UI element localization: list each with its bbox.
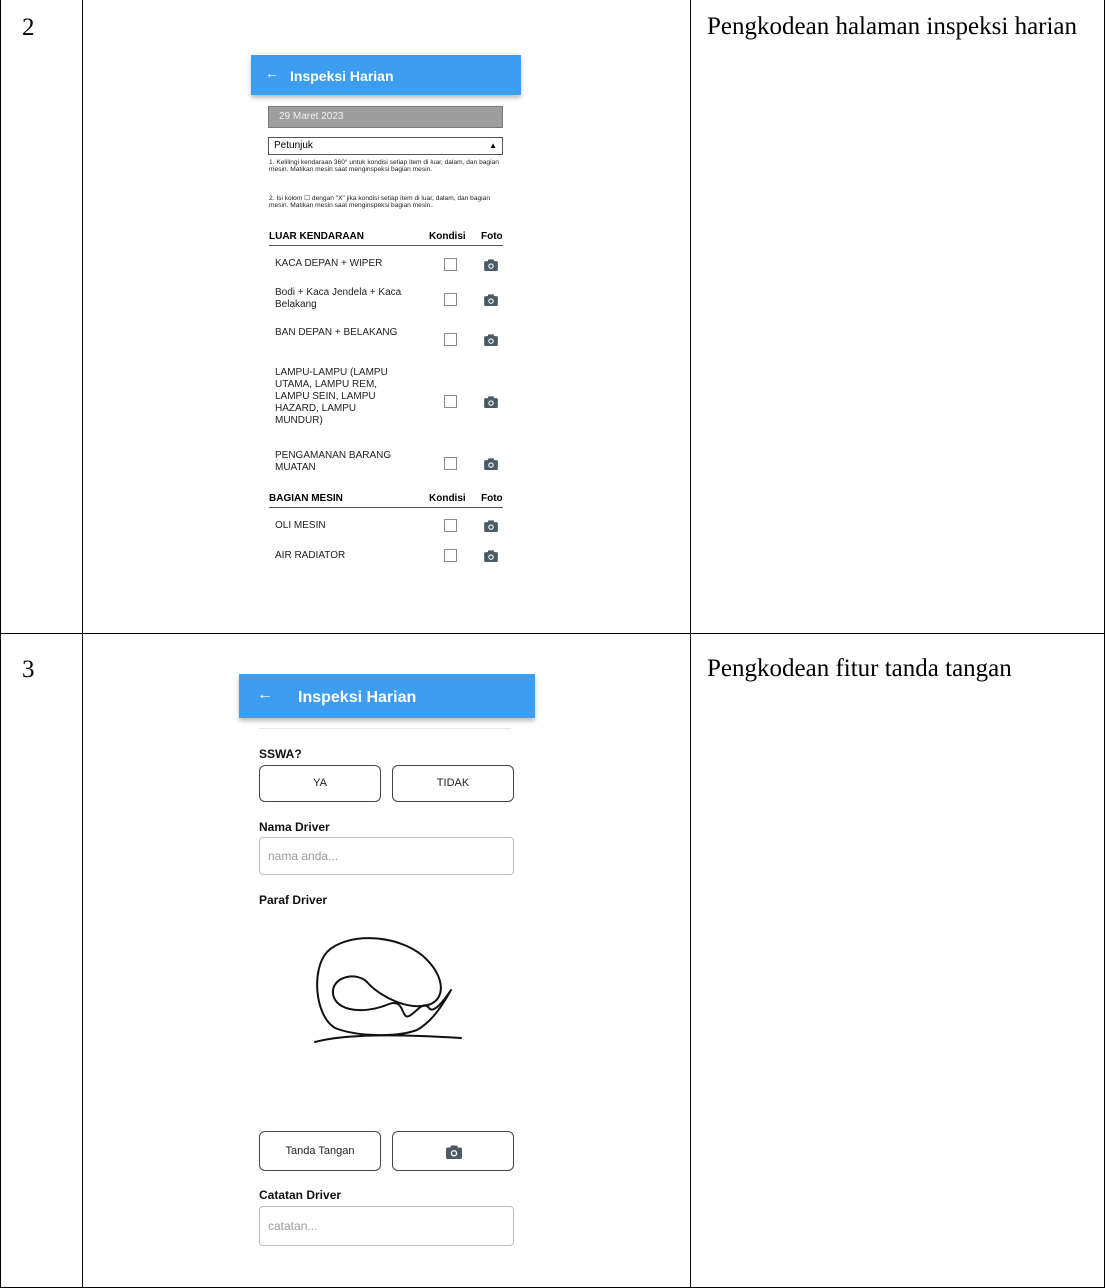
row-description: Pengkodean halaman inspeksi harian bbox=[707, 13, 1078, 40]
app-bar: ← Inspeksi Harian bbox=[239, 674, 535, 718]
item-label: BAN DEPAN + BELAKANG bbox=[275, 327, 398, 338]
signature-label: Paraf Driver bbox=[259, 893, 328, 907]
camera-icon[interactable] bbox=[484, 457, 498, 470]
item-label: KACA DEPAN + WIPER bbox=[275, 258, 383, 269]
camera-icon[interactable] bbox=[484, 395, 498, 408]
camera-icon[interactable] bbox=[484, 333, 498, 346]
divider bbox=[259, 728, 511, 729]
row-description: Pengkodean fitur tanda tangan bbox=[707, 655, 1012, 682]
column-kondisi: Kondisi bbox=[429, 493, 466, 504]
item-label: OLI MESIN bbox=[275, 520, 326, 531]
condition-checkbox[interactable] bbox=[444, 293, 457, 306]
app-bar: ← Inspeksi Harian bbox=[251, 55, 521, 95]
driver-name-label: Nama Driver bbox=[259, 820, 330, 834]
no-button[interactable]: TIDAK bbox=[392, 765, 514, 802]
camera-icon[interactable] bbox=[484, 258, 498, 271]
section-header: BAGIAN MESIN Kondisi Foto bbox=[269, 493, 503, 508]
condition-checkbox[interactable] bbox=[444, 457, 457, 470]
app-bar-title: Inspeksi Harian bbox=[298, 689, 417, 706]
section-title: BAGIAN MESIN bbox=[269, 493, 343, 504]
arrow-left-icon[interactable]: ← bbox=[257, 687, 273, 703]
camera-icon bbox=[446, 1145, 462, 1159]
arrow-left-icon[interactable]: ← bbox=[265, 66, 279, 80]
condition-checkbox[interactable] bbox=[444, 395, 457, 408]
column-foto: Foto bbox=[481, 231, 503, 242]
camera-icon[interactable] bbox=[484, 549, 498, 562]
camera-button[interactable] bbox=[392, 1131, 514, 1171]
instructions-dropdown[interactable]: Petunjuk ▲ bbox=[268, 137, 503, 155]
condition-checkbox[interactable] bbox=[444, 519, 457, 532]
item-label: Bodi + Kaca Jendela + Kaca Belakang bbox=[275, 287, 402, 310]
sign-button[interactable]: Tanda Tangan bbox=[259, 1131, 381, 1171]
item-label: PENGAMANAN BARANG MUATAN bbox=[275, 450, 392, 473]
signature-screen: ← Inspeksi Harian SSWA? YA TIDAK Nama Dr… bbox=[239, 674, 535, 1274]
camera-icon[interactable] bbox=[484, 293, 498, 306]
item-label: LAMPU-LAMPU (LAMPU UTAMA, LAMPU REM, LAM… bbox=[275, 367, 388, 426]
table-row-divider bbox=[0, 633, 1105, 634]
caret-up-icon: ▲ bbox=[489, 141, 497, 150]
row-number: 2 bbox=[22, 14, 35, 41]
yes-button[interactable]: YA bbox=[259, 765, 381, 802]
instruction-text: 2. Isi kolom ☐ dengan "X" jika kondisi s… bbox=[269, 195, 490, 210]
app-bar-title: Inspeksi Harian bbox=[290, 68, 394, 84]
signature-drawing[interactable] bbox=[305, 930, 465, 1060]
instruction-text: 1. Kelilingi kendaraan 360° untuk kondis… bbox=[269, 159, 499, 174]
section-title: LUAR KENDARAAN bbox=[269, 231, 364, 242]
camera-icon[interactable] bbox=[484, 519, 498, 532]
condition-checkbox[interactable] bbox=[444, 549, 457, 562]
inspection-screen: ← Inspeksi Harian 29 Maret 2023 Petunjuk… bbox=[251, 55, 521, 595]
document-table: 2 Pengkodean halaman inspeksi harian 3 P… bbox=[0, 0, 1105, 1288]
column-kondisi: Kondisi bbox=[429, 231, 466, 242]
table-border-left bbox=[0, 0, 1, 1288]
condition-checkbox[interactable] bbox=[444, 333, 457, 346]
condition-checkbox[interactable] bbox=[444, 258, 457, 271]
table-divider-number bbox=[82, 0, 83, 1288]
dropdown-selected: Petunjuk bbox=[274, 140, 313, 151]
driver-notes-label: Catatan Driver bbox=[259, 1188, 342, 1202]
date-field[interactable]: 29 Maret 2023 bbox=[268, 106, 503, 128]
sswa-label: SSWA? bbox=[259, 747, 302, 761]
column-foto: Foto bbox=[481, 493, 503, 504]
driver-notes-input[interactable]: catatan... bbox=[259, 1206, 514, 1246]
driver-name-input[interactable]: nama anda... bbox=[259, 837, 514, 875]
item-label: AIR RADIATOR bbox=[275, 550, 346, 561]
table-divider-description bbox=[690, 0, 691, 1288]
section-header: LUAR KENDARAAN Kondisi Foto bbox=[269, 231, 503, 246]
row-number: 3 bbox=[22, 656, 35, 683]
